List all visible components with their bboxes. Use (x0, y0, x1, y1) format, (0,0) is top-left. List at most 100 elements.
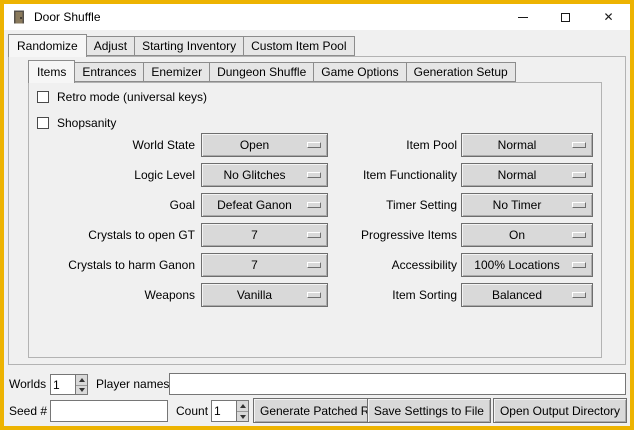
dropdown-indicator-icon (572, 292, 586, 298)
sub-tab-bar: Items Entrances Enemizer Dungeon Shuffle… (28, 58, 516, 82)
worlds-spin-arrows (75, 375, 87, 394)
minimize-icon (518, 17, 528, 18)
seed-label: Seed # (9, 404, 47, 418)
main-tab-bar: Randomize Adjust Starting Inventory Cust… (8, 32, 355, 56)
arrow-down-icon (79, 388, 85, 392)
arrow-up-icon (79, 378, 85, 382)
option-row: Crystals to open GT 7 Progressive Items … (29, 223, 601, 247)
progressive-items-dropdown[interactable]: On (461, 223, 593, 247)
seed-input[interactable] (51, 401, 167, 421)
option-row: Logic Level No Glitches Item Functionali… (29, 163, 601, 187)
checkbox-retro-mode[interactable]: Retro mode (universal keys) (37, 87, 207, 107)
accessibility-label: Accessibility (305, 253, 457, 277)
dropdown-indicator-icon (572, 232, 586, 238)
checkbox-label: Shopsanity (57, 116, 116, 130)
window-content: Randomize Adjust Starting Inventory Cust… (4, 30, 630, 426)
maximize-button[interactable] (544, 4, 587, 30)
dropdown-value: Vanilla (237, 288, 272, 302)
dropdown-value: 7 (251, 228, 258, 242)
dropdown-value: Balanced (492, 288, 542, 302)
worlds-label: Worlds (9, 377, 46, 391)
item-pool-label: Item Pool (305, 133, 457, 157)
app-window: Door Shuffle ✕ Randomize Adjust Starting… (0, 0, 634, 430)
save-settings-button[interactable]: Save Settings to File (367, 398, 491, 423)
weapons-label: Weapons (29, 283, 195, 307)
dropdown-indicator-icon (572, 142, 586, 148)
close-button[interactable]: ✕ (587, 4, 630, 30)
dropdown-indicator-icon (572, 262, 586, 268)
items-pane: Retro mode (universal keys) Shopsanity W… (28, 82, 602, 358)
tab-starting-inventory[interactable]: Starting Inventory (134, 36, 244, 56)
worlds-input[interactable] (51, 375, 75, 394)
spin-up-button[interactable] (76, 375, 87, 385)
count-label: Count (176, 404, 208, 418)
option-row: Goal Defeat Ganon Timer Setting No Timer (29, 193, 601, 217)
timer-setting-dropdown[interactable]: No Timer (461, 193, 593, 217)
bottom-right-buttons: Save Settings to File Open Output Direct… (367, 398, 627, 423)
player-names-input[interactable] (170, 374, 625, 394)
dropdown-value: 7 (251, 258, 258, 272)
item-functionality-label: Item Functionality (305, 163, 457, 187)
logic-level-label: Logic Level (29, 163, 195, 187)
arrow-up-icon (240, 404, 246, 408)
progressive-items-label: Progressive Items (305, 223, 457, 247)
dropdown-value: On (509, 228, 525, 242)
tab-generation-setup[interactable]: Generation Setup (406, 62, 516, 82)
window-controls: ✕ (501, 4, 630, 30)
minimize-button[interactable] (501, 4, 544, 30)
item-sorting-dropdown[interactable]: Balanced (461, 283, 593, 307)
option-row: Crystals to harm Ganon 7 Accessibility 1… (29, 253, 601, 277)
count-spin-arrows (236, 401, 248, 421)
window-title: Door Shuffle (34, 10, 101, 24)
worlds-spinner (50, 374, 88, 395)
tab-adjust[interactable]: Adjust (86, 36, 135, 56)
dropdown-value: Open (240, 138, 269, 152)
option-row: Weapons Vanilla Item Sorting Balanced (29, 283, 601, 307)
dropdown-value: Normal (498, 138, 537, 152)
close-icon: ✕ (603, 11, 613, 23)
spin-up-button[interactable] (237, 401, 248, 411)
tab-enemizer[interactable]: Enemizer (143, 62, 210, 82)
seed-entry (50, 400, 168, 422)
player-names-label: Player names (96, 377, 169, 391)
tab-randomize[interactable]: Randomize (8, 34, 87, 57)
spin-down-button[interactable] (76, 385, 87, 395)
count-input[interactable] (212, 401, 236, 421)
item-functionality-dropdown[interactable]: Normal (461, 163, 593, 187)
crystals-gt-label: Crystals to open GT (29, 223, 195, 247)
item-sorting-label: Item Sorting (305, 283, 457, 307)
checkbox-shopsanity[interactable]: Shopsanity (37, 113, 116, 133)
accessibility-dropdown[interactable]: 100% Locations (461, 253, 593, 277)
dropdown-value: 100% Locations (474, 258, 559, 272)
world-state-label: World State (29, 133, 195, 157)
goal-label: Goal (29, 193, 195, 217)
spin-down-button[interactable] (237, 411, 248, 421)
dropdown-value: Defeat Ganon (217, 198, 292, 212)
open-output-directory-button[interactable]: Open Output Directory (493, 398, 627, 423)
dropdown-value: Normal (498, 168, 537, 182)
worlds-row: Worlds Player names (4, 372, 630, 396)
item-pool-dropdown[interactable]: Normal (461, 133, 593, 157)
dropdown-value: No Glitches (223, 168, 285, 182)
timer-setting-label: Timer Setting (305, 193, 457, 217)
dropdown-value: No Timer (493, 198, 542, 212)
maximize-icon (561, 13, 570, 22)
player-names-entry (169, 373, 626, 395)
count-spinner (211, 400, 249, 422)
tab-entrances[interactable]: Entrances (74, 62, 144, 82)
app-icon (11, 9, 27, 25)
checkbox-box-icon (37, 117, 49, 129)
crystals-ganon-label: Crystals to harm Ganon (29, 253, 195, 277)
tab-custom-item-pool[interactable]: Custom Item Pool (243, 36, 354, 56)
tab-dungeon-shuffle[interactable]: Dungeon Shuffle (209, 62, 314, 82)
checkbox-label: Retro mode (universal keys) (57, 90, 207, 104)
dropdown-indicator-icon (572, 172, 586, 178)
arrow-down-icon (240, 415, 246, 419)
checkbox-box-icon (37, 91, 49, 103)
seed-row: Seed # Count Generate Patched Rom Save S… (4, 398, 630, 424)
dropdown-indicator-icon (572, 202, 586, 208)
tab-items[interactable]: Items (28, 60, 75, 83)
titlebar: Door Shuffle ✕ (4, 4, 630, 30)
option-row: World State Open Item Pool Normal (29, 133, 601, 157)
tab-game-options[interactable]: Game Options (313, 62, 406, 82)
